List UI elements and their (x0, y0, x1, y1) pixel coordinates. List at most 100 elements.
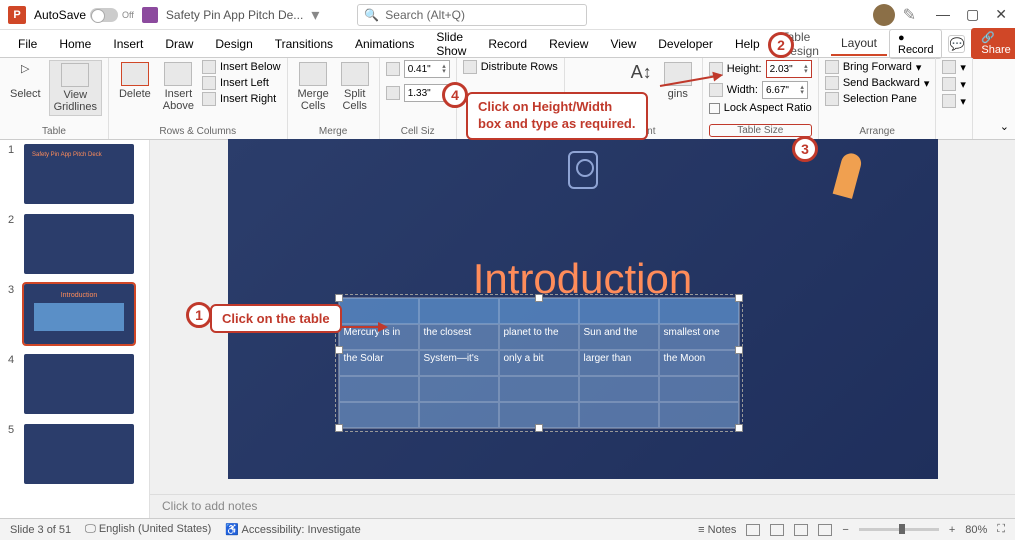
split-cells-button[interactable]: Split Cells (337, 60, 373, 114)
sorter-view-icon[interactable] (770, 524, 784, 536)
tab-insert[interactable]: Insert (103, 33, 153, 55)
zoom-in-button[interactable]: + (949, 524, 955, 536)
col-width-icon (386, 86, 400, 100)
group-label-cellsize: Cell Siz (386, 124, 450, 137)
language-status[interactable]: 🖵 English (United States) (85, 523, 211, 536)
slide-thumb-5[interactable] (24, 424, 134, 484)
align-top-icon[interactable] (571, 77, 587, 91)
filename[interactable]: Safety Pin App Pitch De... (166, 8, 303, 22)
table-cell[interactable]: planet to the (499, 324, 579, 350)
slideshow-view-icon[interactable] (818, 524, 832, 536)
close-button[interactable]: ✕ (995, 6, 1007, 23)
insert-above-button[interactable]: Insert Above (159, 60, 198, 114)
align-center-icon[interactable] (589, 60, 605, 74)
align-left-icon[interactable] (571, 60, 587, 74)
slide-thumb-1[interactable]: Safety Pin App Pitch Deck (24, 144, 134, 204)
slide-thumb-4[interactable] (24, 354, 134, 414)
table-cell[interactable]: the closest (419, 324, 499, 350)
tab-view[interactable]: View (600, 33, 646, 55)
coming-soon-icon[interactable]: ✎ (903, 5, 916, 25)
autosave-toggle[interactable]: AutoSave Off (34, 8, 134, 22)
slide-table[interactable]: Mercury is in the closest planet to the … (338, 297, 740, 429)
text-direction-button[interactable]: A↕ (627, 60, 656, 85)
table-width-icon (709, 83, 723, 97)
zoom-level[interactable]: 80% (965, 524, 987, 536)
record-button[interactable]: ● Record (889, 29, 942, 59)
table-cell[interactable]: System—it's (419, 350, 499, 376)
height-label: Height: (727, 63, 762, 75)
table-cell[interactable]: the Moon (659, 350, 739, 376)
collapse-ribbon-icon[interactable]: ⌄ (1000, 120, 1009, 133)
annotation-marker-1: 1 (186, 302, 212, 328)
merge-cells-button[interactable]: Merge Cells (294, 60, 333, 114)
view-gridlines-button[interactable]: View Gridlines (49, 60, 102, 116)
distribute-rows-button[interactable]: Distribute Rows (463, 60, 558, 74)
toggle-switch[interactable] (90, 8, 118, 22)
tab-animations[interactable]: Animations (345, 33, 424, 55)
insert-below-button[interactable]: Insert Below (202, 60, 281, 74)
slide-thumb-2[interactable] (24, 214, 134, 274)
table-cell[interactable]: only a bit (499, 350, 579, 376)
safety-pin-icon (832, 151, 863, 199)
bring-forward-button[interactable]: Bring Forward ▾ (825, 60, 930, 74)
table-height-input[interactable]: 2.03"▴▾ (766, 60, 812, 78)
table-cell[interactable]: Sun and the (579, 324, 659, 350)
align-middle-icon[interactable] (589, 77, 605, 91)
tab-transitions[interactable]: Transitions (265, 33, 343, 55)
search-icon: 🔍 (364, 8, 379, 22)
delete-button[interactable]: Delete (115, 60, 155, 102)
status-bar: Slide 3 of 51 🖵 English (United States) … (0, 518, 1015, 540)
tab-developer[interactable]: Developer (648, 33, 723, 55)
tab-home[interactable]: Home (49, 33, 101, 55)
tab-draw[interactable]: Draw (155, 33, 203, 55)
tab-slideshow[interactable]: Slide Show (426, 26, 476, 62)
annotation-marker-3: 3 (792, 136, 818, 162)
slide-thumb-3[interactable]: Introduction (24, 284, 134, 344)
align-menu[interactable]: ▾ (942, 60, 966, 74)
tab-review[interactable]: Review (539, 33, 598, 55)
send-backward-button[interactable]: Send Backward ▾ (825, 76, 930, 90)
normal-view-icon[interactable] (746, 524, 760, 536)
insert-right-button[interactable]: Insert Right (202, 92, 281, 106)
notes-pane[interactable]: Click to add notes (150, 494, 1015, 518)
fit-window-button[interactable]: ⛶ (997, 523, 1005, 536)
align-right-icon[interactable] (607, 60, 623, 74)
width-label: Width: (727, 84, 758, 96)
maximize-button[interactable]: ▢ (966, 6, 979, 23)
annotation-box-4: Click on Height/Width box and type as re… (466, 92, 648, 140)
minimize-button[interactable]: — (936, 6, 950, 23)
accessibility-status[interactable]: ♿ Accessibility: Investigate (225, 523, 360, 536)
insert-left-button[interactable]: Insert Left (202, 76, 281, 90)
align-bottom-icon[interactable] (607, 77, 623, 91)
selection-pane-button[interactable]: Selection Pane (825, 92, 930, 106)
tab-design[interactable]: Design (205, 33, 262, 55)
comments-button[interactable]: 💬 (948, 35, 965, 53)
group-menu[interactable]: ▾ (942, 77, 966, 91)
tab-record[interactable]: Record (478, 33, 537, 55)
lock-aspect-checkbox[interactable]: Lock Aspect Ratio (709, 102, 812, 114)
tab-layout[interactable]: Layout (831, 32, 887, 56)
zoom-out-button[interactable]: − (842, 524, 848, 536)
table-cell[interactable]: the Solar (339, 350, 419, 376)
tab-file[interactable]: File (8, 33, 47, 55)
table-width-input[interactable]: 6.67"▴▾ (762, 81, 808, 99)
table-cell[interactable]: larger than (579, 350, 659, 376)
select-button[interactable]: ▷Select (6, 60, 45, 102)
group-label-table: Table (6, 124, 102, 137)
rotate-menu[interactable]: ▾ (942, 94, 966, 108)
cell-height-input[interactable]: 0.41"▴▾ (404, 60, 450, 78)
table-cell[interactable]: smallest one (659, 324, 739, 350)
annotation-box-1: Click on the table (210, 304, 342, 333)
group-label-tablesize: Table Size (709, 124, 812, 137)
share-button[interactable]: 🔗 Share (971, 28, 1015, 59)
search-input[interactable]: 🔍 Search (Alt+Q) (357, 4, 587, 26)
reading-view-icon[interactable] (794, 524, 808, 536)
user-avatar[interactable] (873, 4, 895, 26)
tab-help[interactable]: Help (725, 33, 770, 55)
search-placeholder: Search (Alt+Q) (385, 8, 465, 22)
notes-toggle[interactable]: ≡ Notes (698, 524, 736, 536)
save-icon[interactable] (142, 7, 158, 23)
slide-counter[interactable]: Slide 3 of 51 (10, 524, 71, 536)
zoom-slider[interactable] (859, 528, 939, 531)
annotation-marker-2: 2 (768, 32, 794, 58)
